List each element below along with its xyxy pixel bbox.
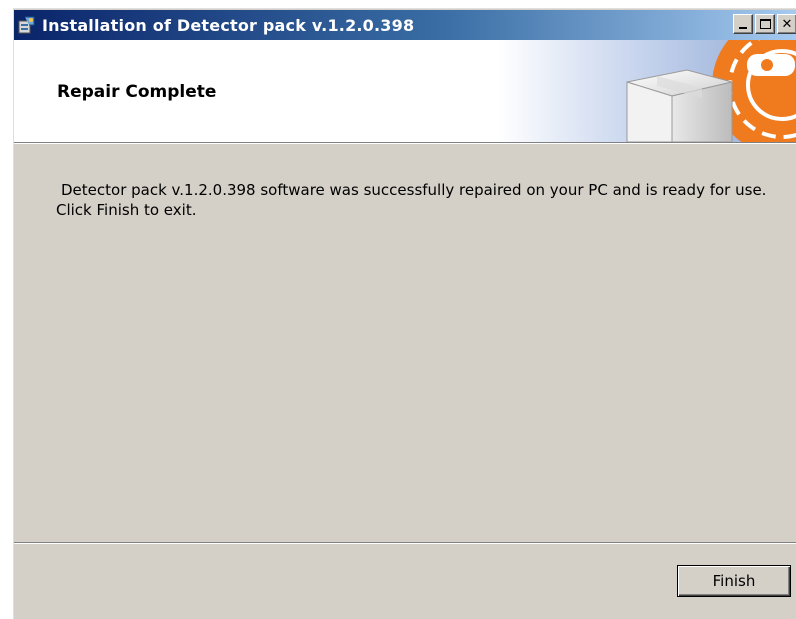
title-buttons: ✕ xyxy=(731,14,796,34)
close-icon[interactable]: ✕ xyxy=(777,14,796,34)
maximize-icon[interactable] xyxy=(755,14,775,34)
header-banner: Repair Complete xyxy=(14,40,796,142)
window-title: Installation of Detector pack v.1.2.0.39… xyxy=(42,15,415,35)
installer-window: Installation of Detector pack v.1.2.0.39… xyxy=(12,8,796,619)
completion-message: Detector pack v.1.2.0.398 software was s… xyxy=(56,181,767,219)
page-title: Repair Complete xyxy=(57,82,217,102)
title-bar[interactable]: Installation of Detector pack v.1.2.0.39… xyxy=(14,10,796,40)
footer-divider xyxy=(14,542,796,544)
software-box-icon xyxy=(497,40,796,142)
minimize-icon[interactable] xyxy=(733,14,753,34)
header-divider xyxy=(14,142,796,144)
finish-button[interactable]: Finish xyxy=(677,565,791,597)
installer-icon xyxy=(17,15,37,35)
